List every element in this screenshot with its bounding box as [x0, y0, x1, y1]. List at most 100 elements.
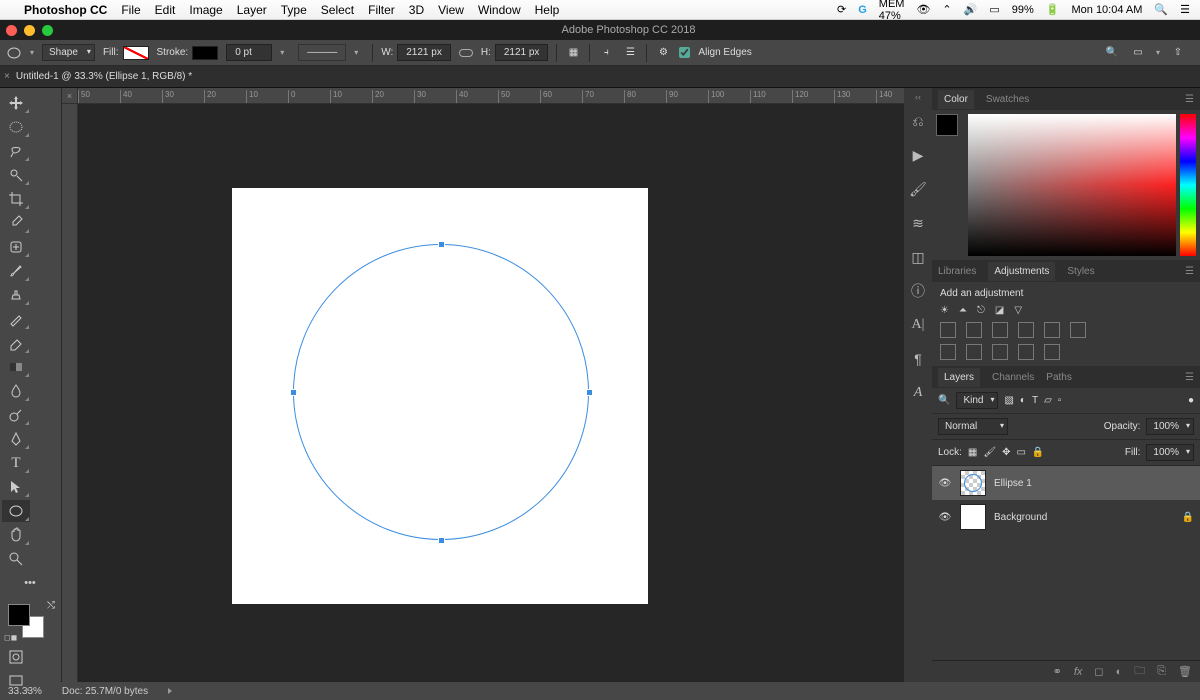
ruler-origin[interactable]: ×	[62, 88, 78, 104]
link-dimensions-icon[interactable]	[459, 49, 473, 57]
gradientmap-adj-icon[interactable]	[1018, 344, 1034, 360]
zoom-window-button[interactable]	[42, 25, 53, 36]
wifi-icon[interactable]: ⌃	[942, 3, 951, 16]
logitech-icon[interactable]: G	[858, 4, 867, 16]
crop-tool[interactable]	[2, 188, 30, 210]
selectivecolor-adj-icon[interactable]	[1044, 344, 1060, 360]
curves-adj-icon[interactable]: ⎋	[977, 305, 985, 316]
brushes-panel-icon[interactable]: 🖌	[909, 180, 927, 198]
filter-type-icon[interactable]: T	[1032, 395, 1038, 406]
menu-select[interactable]: Select	[321, 3, 354, 17]
character-panel-icon[interactable]: A|	[909, 316, 927, 334]
actions-panel-icon[interactable]: ▶	[909, 146, 927, 164]
tab-color[interactable]: Color	[938, 90, 974, 109]
gear-icon[interactable]: ⚙	[655, 45, 671, 61]
invert-adj-icon[interactable]	[940, 344, 956, 360]
threshold-adj-icon[interactable]	[992, 344, 1008, 360]
brightness-adj-icon[interactable]: ☀	[940, 305, 949, 316]
filter-smart-icon[interactable]: ▫	[1058, 395, 1062, 406]
app-name[interactable]: Photoshop CC	[24, 3, 107, 17]
quickmask-icon[interactable]	[2, 646, 30, 668]
posterize-adj-icon[interactable]	[966, 344, 982, 360]
color-chips[interactable]: ⤭ ◻◼	[4, 600, 57, 640]
path-handle-right[interactable]	[586, 389, 593, 396]
colorbalance-adj-icon[interactable]	[966, 322, 982, 338]
swap-colors-icon[interactable]: ⤭	[47, 600, 55, 611]
colorlookup-adj-icon[interactable]	[1070, 322, 1086, 338]
filter-shape-icon[interactable]: ▱	[1044, 395, 1052, 406]
lock-artboard-icon[interactable]: ▭	[1016, 447, 1025, 458]
lasso-tool[interactable]	[2, 140, 30, 162]
clone-stamp-tool[interactable]	[2, 284, 30, 306]
path-selection-tool[interactable]	[2, 476, 30, 498]
stroke-swatch[interactable]	[192, 46, 218, 60]
brush-settings-panel-icon[interactable]: ≋	[909, 214, 927, 232]
eraser-tool[interactable]	[2, 332, 30, 354]
menu-extras-icon[interactable]: ☰	[1180, 3, 1190, 16]
menu-view[interactable]: View	[438, 3, 464, 17]
menu-window[interactable]: Window	[478, 3, 521, 17]
paragraph-panel-icon[interactable]: ¶	[909, 350, 927, 368]
screenmode-icon[interactable]	[2, 670, 30, 692]
layer-row[interactable]: 👁 Ellipse 1	[932, 466, 1200, 500]
width-input[interactable]: 2121 px	[397, 44, 451, 61]
layer-fx-icon[interactable]: fx	[1074, 666, 1083, 678]
hue-slider[interactable]	[1180, 114, 1196, 256]
delete-layer-icon[interactable]: 🗑	[1178, 665, 1192, 678]
volume-icon[interactable]: 🔊	[964, 3, 978, 16]
new-group-icon[interactable]: 🗀	[1134, 662, 1145, 681]
ruler-vertical[interactable]	[62, 104, 78, 682]
filter-toggle[interactable]: ●	[1188, 395, 1194, 406]
battery-icon[interactable]: 🔋	[1046, 3, 1060, 16]
doc-size[interactable]: Doc: 25.7M/0 bytes	[62, 686, 148, 697]
photofilter-adj-icon[interactable]	[1018, 322, 1034, 338]
menu-3d[interactable]: 3D	[409, 3, 424, 17]
edit-toolbar[interactable]: •••	[2, 572, 58, 594]
menu-edit[interactable]: Edit	[155, 3, 176, 17]
close-window-button[interactable]	[6, 25, 17, 36]
layer-name[interactable]: Background	[994, 512, 1047, 523]
layer-filter-dropdown[interactable]: Kind	[956, 392, 998, 409]
minimize-window-button[interactable]	[24, 25, 35, 36]
panel-menu-icon[interactable]: ☰	[1185, 372, 1194, 383]
layer-row[interactable]: 👁Background🔒	[932, 500, 1200, 534]
share-icon[interactable]: ⇧	[1170, 45, 1186, 61]
lock-image-icon[interactable]: 🖌	[983, 447, 996, 458]
spotlight-icon[interactable]: 🔍	[1154, 3, 1168, 16]
panel-menu-icon[interactable]: ☰	[1185, 94, 1194, 105]
menu-help[interactable]: Help	[535, 3, 560, 17]
lock-transparency-icon[interactable]: ▦	[968, 447, 977, 458]
menu-type[interactable]: Type	[281, 3, 307, 17]
glyphs-panel-icon[interactable]: A	[909, 384, 927, 402]
menu-image[interactable]: Image	[189, 3, 222, 17]
stroke-style-dropdown[interactable]: ———	[298, 44, 346, 61]
layer-name[interactable]: Ellipse 1	[994, 478, 1032, 489]
close-tab-icon[interactable]: ×	[4, 71, 10, 82]
layer-thumbnail[interactable]	[960, 504, 986, 530]
height-input[interactable]: 2121 px	[495, 44, 549, 61]
path-operations-icon[interactable]: ▦	[565, 45, 581, 61]
stroke-width-input[interactable]: 0 pt	[226, 44, 272, 61]
panel-menu-icon[interactable]: ☰	[1185, 266, 1194, 277]
path-handle-left[interactable]	[290, 389, 297, 396]
path-alignment-icon[interactable]: ⫞	[598, 45, 614, 61]
tab-paths[interactable]: Paths	[1046, 372, 1072, 383]
layer-visibility-icon[interactable]: 👁	[938, 478, 952, 489]
canvas-area[interactable]: × 50403020100102030405060708090100110120…	[62, 88, 904, 682]
blur-tool[interactable]	[2, 380, 30, 402]
marquee-ellipse-tool[interactable]	[2, 116, 30, 138]
new-adj-layer-icon[interactable]: ◐	[1116, 666, 1123, 678]
link-layers-icon[interactable]: ⚭	[1053, 665, 1062, 678]
quick-selection-tool[interactable]	[2, 164, 30, 186]
tab-adjustments[interactable]: Adjustments	[988, 262, 1055, 281]
opacity-input[interactable]: 100%	[1146, 418, 1194, 435]
status-menu-icon[interactable]	[168, 688, 172, 694]
history-panel-icon[interactable]: ⎌	[909, 112, 927, 130]
brush-tool[interactable]	[2, 260, 30, 282]
hand-tool[interactable]	[2, 524, 30, 546]
sync-icon[interactable]: ⟳	[837, 3, 846, 16]
channelmixer-adj-icon[interactable]	[1044, 322, 1060, 338]
healing-brush-tool[interactable]	[2, 236, 30, 258]
info-panel-icon[interactable]: ⓘ	[909, 282, 927, 300]
menu-filter[interactable]: Filter	[368, 3, 395, 17]
